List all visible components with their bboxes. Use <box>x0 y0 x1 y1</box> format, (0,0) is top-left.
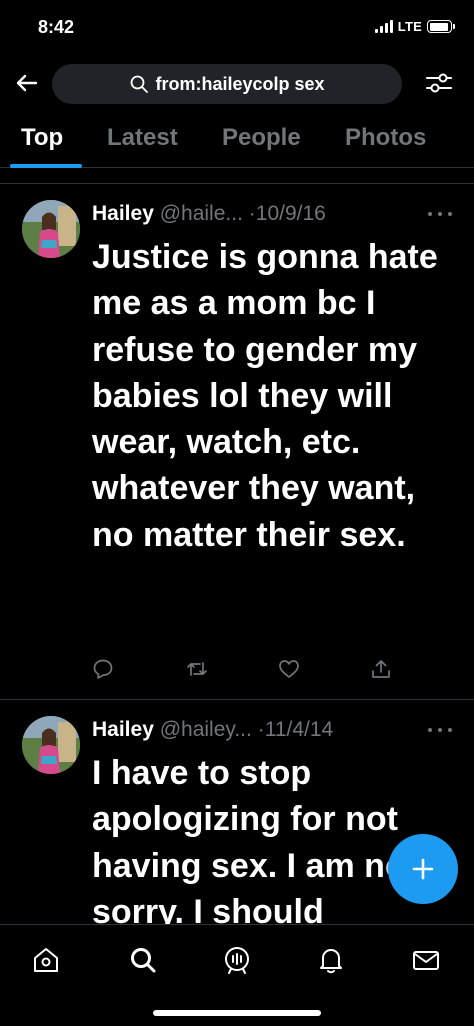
divider <box>0 183 474 184</box>
author-name[interactable]: Hailey <box>92 202 154 225</box>
messages-icon <box>413 951 439 970</box>
signal-icon <box>374 20 393 33</box>
author-handle[interactable]: @hailey... <box>160 718 252 741</box>
nav-search[interactable] <box>128 945 158 975</box>
nav-notifications[interactable] <box>316 945 346 975</box>
share-icon[interactable] <box>370 658 392 680</box>
reply-icon[interactable] <box>92 658 114 680</box>
separator: · <box>257 718 265 741</box>
compose-tweet-button[interactable] <box>388 834 458 904</box>
tab-people[interactable]: People <box>222 124 301 152</box>
more-options-icon[interactable] <box>428 718 452 742</box>
tweet[interactable]: Hailey @haile... ·10/9/16 Justice is gon… <box>0 196 474 700</box>
author-name[interactable]: Hailey <box>92 718 154 741</box>
tweet-text: I have to stop apologizing for not havin… <box>92 754 417 926</box>
search-icon <box>131 948 156 973</box>
tweet-date[interactable]: 10/9/16 <box>256 202 326 225</box>
status-indicators: LTE <box>374 19 455 34</box>
tweet-header: Hailey @haile... ·10/9/16 <box>92 200 432 228</box>
status-time: 8:42 <box>38 17 75 37</box>
arrow-left-icon <box>16 74 38 92</box>
tweet-date[interactable]: 11/4/14 <box>265 718 334 741</box>
nav-spaces[interactable] <box>222 945 252 975</box>
app-screen: 8:42 LTE from:haileycolp sex Top Latest … <box>0 0 474 1026</box>
bottom-navigation <box>0 924 474 1026</box>
search-query: from:haileycolp sex <box>155 73 325 94</box>
tweet-header: Hailey @hailey... ·11/4/14 <box>92 716 432 744</box>
back-button[interactable] <box>12 68 42 98</box>
retweet-icon[interactable] <box>186 658 208 680</box>
plus-icon <box>412 858 434 880</box>
network-label: LTE <box>397 19 422 34</box>
tab-top[interactable]: Top <box>21 124 63 152</box>
avatar[interactable] <box>22 200 80 258</box>
search-header: from:haileycolp sex <box>0 62 474 106</box>
nav-messages[interactable] <box>411 945 441 975</box>
search-filter-button[interactable] <box>424 68 454 98</box>
author-handle[interactable]: @haile... <box>160 202 243 225</box>
tab-photos[interactable]: Photos <box>345 124 426 152</box>
battery-level <box>429 22 448 31</box>
status-bar: 8:42 LTE <box>0 0 474 56</box>
sliders-icon <box>426 73 452 93</box>
avatar-photo <box>22 716 80 774</box>
spaces-icon <box>225 947 249 974</box>
avatar[interactable] <box>22 716 80 774</box>
home-indicator <box>153 1010 321 1016</box>
tab-latest[interactable]: Latest <box>107 124 178 152</box>
home-icon <box>34 948 58 972</box>
separator: · <box>248 202 256 225</box>
tweet-text: Justice is gonna hate me as a mom bc I r… <box>92 238 438 554</box>
more-options-icon[interactable] <box>428 202 452 226</box>
search-input[interactable]: from:haileycolp sex <box>52 64 402 104</box>
like-icon[interactable] <box>278 658 300 680</box>
nav-home[interactable] <box>31 945 61 975</box>
tweet-actions <box>92 658 402 684</box>
search-icon <box>129 74 149 94</box>
battery-icon <box>427 20 455 33</box>
avatar-photo <box>22 200 80 258</box>
search-tabs: Top Latest People Photos <box>0 112 474 168</box>
active-tab-indicator <box>10 164 82 168</box>
notifications-icon <box>320 949 342 974</box>
